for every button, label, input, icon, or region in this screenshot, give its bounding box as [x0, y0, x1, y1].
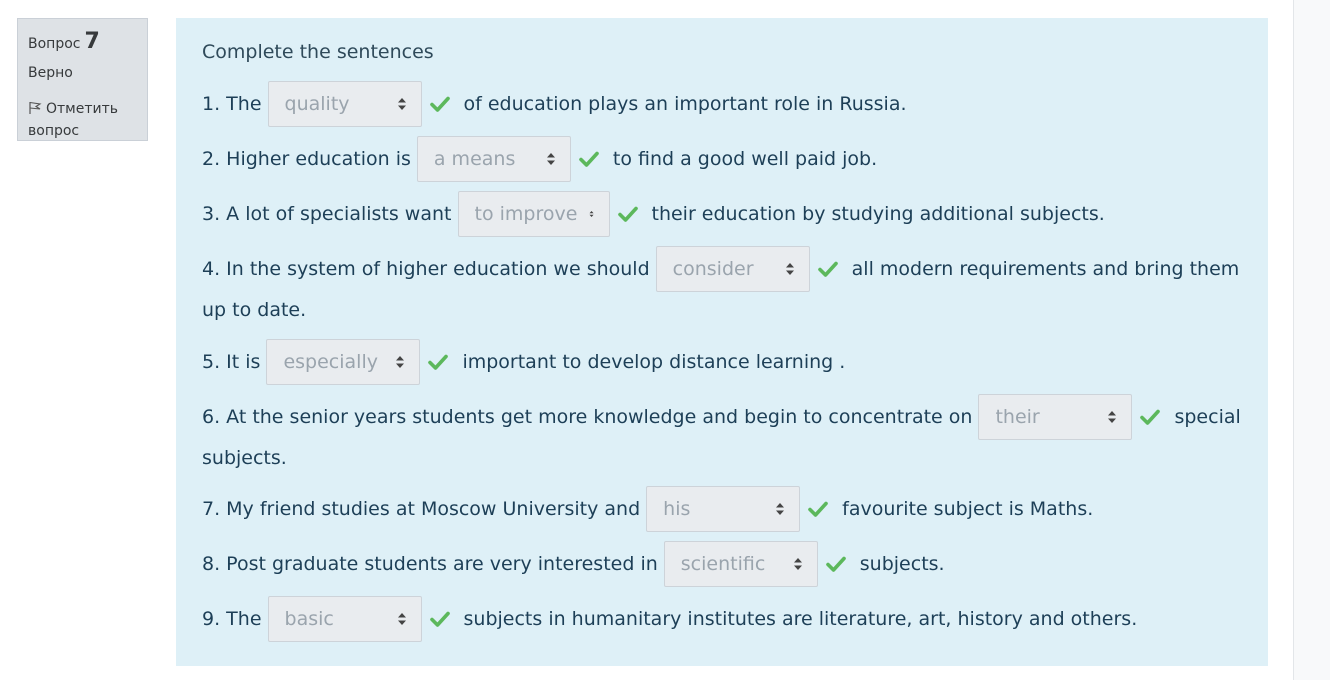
check-icon [579, 151, 599, 167]
select-value: basic [284, 608, 334, 630]
select-value: their [995, 406, 1040, 428]
sentence-text-after: their education by studying additional s… [651, 203, 1105, 225]
sort-arrows-icon [589, 210, 594, 218]
sentence-line-8: 8. Post graduate students are very inter… [202, 541, 945, 587]
answer-select-8[interactable]: scientific [663, 541, 818, 587]
question-state: Верно [28, 65, 73, 81]
sentence-text-after: subjects. [859, 553, 945, 575]
select-value: a means [433, 148, 516, 170]
quiz-page: Вопрос 7 Верно Отметить вопрос Complete … [0, 0, 1330, 680]
select-value: quality [284, 93, 350, 115]
answer-select-7[interactable]: his [646, 486, 801, 532]
answer-select-5[interactable]: especially [266, 339, 421, 385]
check-icon [428, 354, 449, 370]
sentence-line-7: 7. My friend studies at Moscow Universit… [202, 486, 1093, 532]
sort-arrows-icon [396, 356, 405, 368]
sentence-text-before: 8. Post graduate students are very inter… [202, 553, 658, 575]
check-icon [1140, 409, 1161, 425]
sort-arrows-icon [397, 98, 406, 110]
question-label: Вопрос [28, 36, 81, 52]
sort-arrows-icon [1108, 411, 1117, 423]
check-icon [429, 611, 450, 627]
select-value: especially [283, 351, 378, 373]
question-info-panel: Вопрос 7 Верно Отметить вопрос [17, 18, 148, 141]
sort-arrows-icon [793, 558, 802, 570]
question-content: Complete the sentences 1. The quality of… [176, 18, 1268, 666]
sentence-line-9: 9. The basic subjects in humanitary inst… [202, 596, 1137, 642]
sentence-line-1: 1. The quality of education plays an imp… [202, 81, 907, 127]
sentence-text-before: 9. The [202, 608, 262, 630]
sentence-text-after: to find a good well paid job. [612, 148, 878, 170]
sentence-text-before: 7. My friend studies at Moscow Universit… [202, 498, 641, 520]
answer-select-1[interactable]: quality [267, 81, 422, 127]
flag-question-link[interactable]: Отметить вопрос [28, 98, 137, 142]
sentence-text-before: 5. It is [202, 351, 261, 373]
select-value: his [663, 498, 691, 520]
sort-arrows-icon [546, 153, 555, 165]
check-icon [808, 501, 828, 517]
sentence-line-4-continuation: up to date. [202, 299, 307, 321]
sentence-text-after: of education plays an important role in … [463, 93, 907, 115]
answer-select-4[interactable]: consider [655, 246, 810, 292]
sentence-text-after: subjects in humanitary institutes are li… [463, 608, 1138, 630]
sentence-text-after: special [1174, 406, 1241, 428]
sentence-text-after: important to develop distance learning . [462, 351, 846, 373]
check-icon [825, 556, 846, 572]
sentence-line-2: 2. Higher education is a means to find a… [202, 136, 877, 182]
sentence-line-6-continuation: subjects. [202, 447, 287, 469]
sentence-line-4: 4. In the system of higher education we … [202, 246, 1239, 292]
answer-select-2[interactable]: a means [416, 136, 571, 182]
right-side-panel [1293, 0, 1330, 680]
answer-select-6[interactable]: their [978, 394, 1133, 440]
sentence-line-6: 6. At the senior years students get more… [202, 394, 1241, 440]
flag-icon [29, 101, 42, 114]
check-icon [817, 261, 838, 277]
question-number-row: Вопрос 7 [28, 29, 137, 55]
sentence-text-before: 2. Higher education is [202, 148, 411, 170]
question-title: Complete the sentences [202, 41, 434, 63]
sort-arrows-icon [785, 263, 794, 275]
select-value: to improve [474, 203, 578, 225]
select-value: consider [672, 258, 754, 280]
sentence-text-before: 1. The [202, 93, 262, 115]
sentence-text-before: 3. A lot of specialists want [202, 203, 452, 225]
sort-arrows-icon [397, 613, 406, 625]
sentence-text-before: 4. In the system of higher education we … [202, 258, 650, 280]
question-number: 7 [84, 29, 100, 54]
sentence-text-after: favourite subject is Maths. [842, 498, 1094, 520]
sentence-line-5: 5. It is especially important to develop… [202, 339, 845, 385]
sentence-text-after: all modern requirements and bring them [851, 258, 1240, 280]
answer-select-9[interactable]: basic [267, 596, 422, 642]
sentence-text-before: 6. At the senior years students get more… [202, 406, 973, 428]
check-icon [429, 96, 450, 112]
answer-select-3[interactable]: to improve [457, 191, 610, 237]
check-icon [617, 206, 638, 222]
sentence-line-3: 3. A lot of specialists want to improve … [202, 191, 1105, 237]
select-value: scientific [680, 553, 766, 575]
sort-arrows-icon [776, 503, 785, 515]
